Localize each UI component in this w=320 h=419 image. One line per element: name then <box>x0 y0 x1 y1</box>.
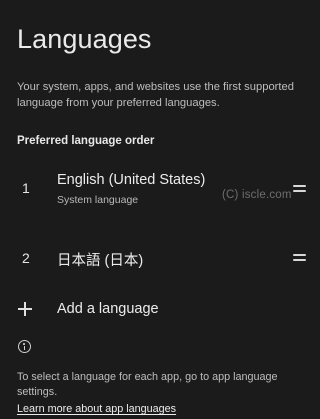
info-icon <box>18 340 31 353</box>
page-description: Your system, apps, and websites use the … <box>17 81 294 109</box>
app-language-note: To select a language for each app, go to… <box>17 371 278 398</box>
plus-icon <box>18 302 32 316</box>
add-language-button[interactable]: Add a language <box>0 294 320 324</box>
language-name: 日本語 (日本) <box>57 253 144 269</box>
language-item-2[interactable]: 2 日本語 (日本) <box>0 240 320 274</box>
page-title: Languages <box>17 24 152 54</box>
add-language-label: Add a language <box>57 301 159 317</box>
drag-handle-icon[interactable] <box>293 185 306 193</box>
language-order-number: 2 <box>22 250 30 266</box>
language-order-number: 1 <box>22 180 30 196</box>
learn-more-link[interactable]: Learn more about app languages <box>17 403 176 415</box>
preferred-language-order-header: Preferred language order <box>17 135 155 147</box>
language-name: English (United States) <box>57 172 206 188</box>
watermark: (C) iscle.com <box>222 189 292 201</box>
language-subtitle: System language <box>57 194 139 206</box>
drag-handle-icon[interactable] <box>293 254 306 262</box>
